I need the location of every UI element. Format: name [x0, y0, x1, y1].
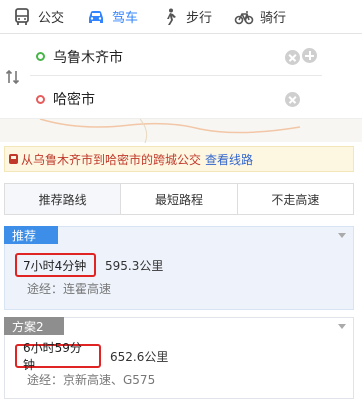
end-dot-icon — [36, 94, 45, 104]
mode-bike-tab[interactable]: 骑行 — [222, 0, 296, 34]
start-place: 乌鲁木齐市 — [53, 49, 123, 66]
plan-duration: 7小时4分钟 — [15, 253, 96, 277]
car-icon — [86, 7, 106, 27]
plan-distance: 652.6公里 — [110, 350, 169, 364]
clear-end-icon[interactable] — [285, 92, 300, 107]
cross-city-bus-notice: 从乌鲁木齐市到哈密市的跨城公交 查看线路 — [4, 146, 354, 172]
mode-walk-label: 步行 — [186, 11, 213, 26]
tab-shortest[interactable]: 最短路程 — [121, 184, 238, 214]
travel-mode-bar: 公交 驾车 步行 骑行 — [0, 0, 362, 34]
swap-icon[interactable] — [5, 69, 21, 85]
route-preference-tabs: 推荐路线 最短路程 不走高速 — [4, 183, 354, 215]
plan-via: 途经：连霍高速 — [27, 282, 112, 296]
plan-tag: 方案2 — [4, 317, 64, 335]
route-inputs: 乌鲁木齐市 哈密市 — [0, 34, 362, 118]
mode-bike-label: 骑行 — [260, 11, 287, 26]
end-field[interactable]: 哈密市 — [30, 80, 322, 118]
add-waypoint-icon[interactable] — [302, 48, 317, 63]
plan-duration: 6小时59分钟 — [15, 341, 101, 372]
plan-via: 途经：京新高速、G575 — [27, 373, 156, 387]
chevron-down-icon[interactable] — [338, 233, 346, 238]
clear-start-icon[interactable] — [285, 50, 300, 65]
bike-icon — [234, 7, 254, 27]
tab-no-highway[interactable]: 不走高速 — [237, 184, 353, 214]
start-field[interactable]: 乌鲁木齐市 — [30, 38, 322, 76]
walk-icon — [160, 7, 180, 27]
bus-icon — [12, 7, 32, 27]
route-plan-card[interactable]: 方案2 6小时59分钟 652.6公里 途经：京新高速、G575 — [4, 317, 354, 399]
map-background — [0, 118, 362, 143]
tab-recommended[interactable]: 推荐路线 — [5, 184, 122, 214]
chevron-down-icon[interactable] — [338, 324, 346, 329]
end-place: 哈密市 — [53, 92, 95, 108]
mode-bus-label: 公交 — [38, 11, 65, 26]
bus-small-icon — [9, 154, 18, 164]
mode-car-label: 驾车 — [112, 11, 139, 26]
start-dot-icon — [36, 52, 45, 61]
notice-text: 从乌鲁木齐市到哈密市的跨城公交 — [21, 152, 202, 167]
mode-car-tab[interactable]: 驾车 — [74, 0, 148, 34]
plan-tag: 推荐 — [4, 226, 58, 244]
mode-bus-tab[interactable]: 公交 — [0, 0, 74, 34]
route-plan-card[interactable]: 推荐 7小时4分钟 595.3公里 途经：连霍高速 — [4, 226, 354, 310]
mode-walk-tab[interactable]: 步行 — [148, 0, 222, 34]
plan-distance: 595.3公里 — [105, 259, 164, 273]
view-route-link[interactable]: 查看线路 — [205, 151, 253, 168]
